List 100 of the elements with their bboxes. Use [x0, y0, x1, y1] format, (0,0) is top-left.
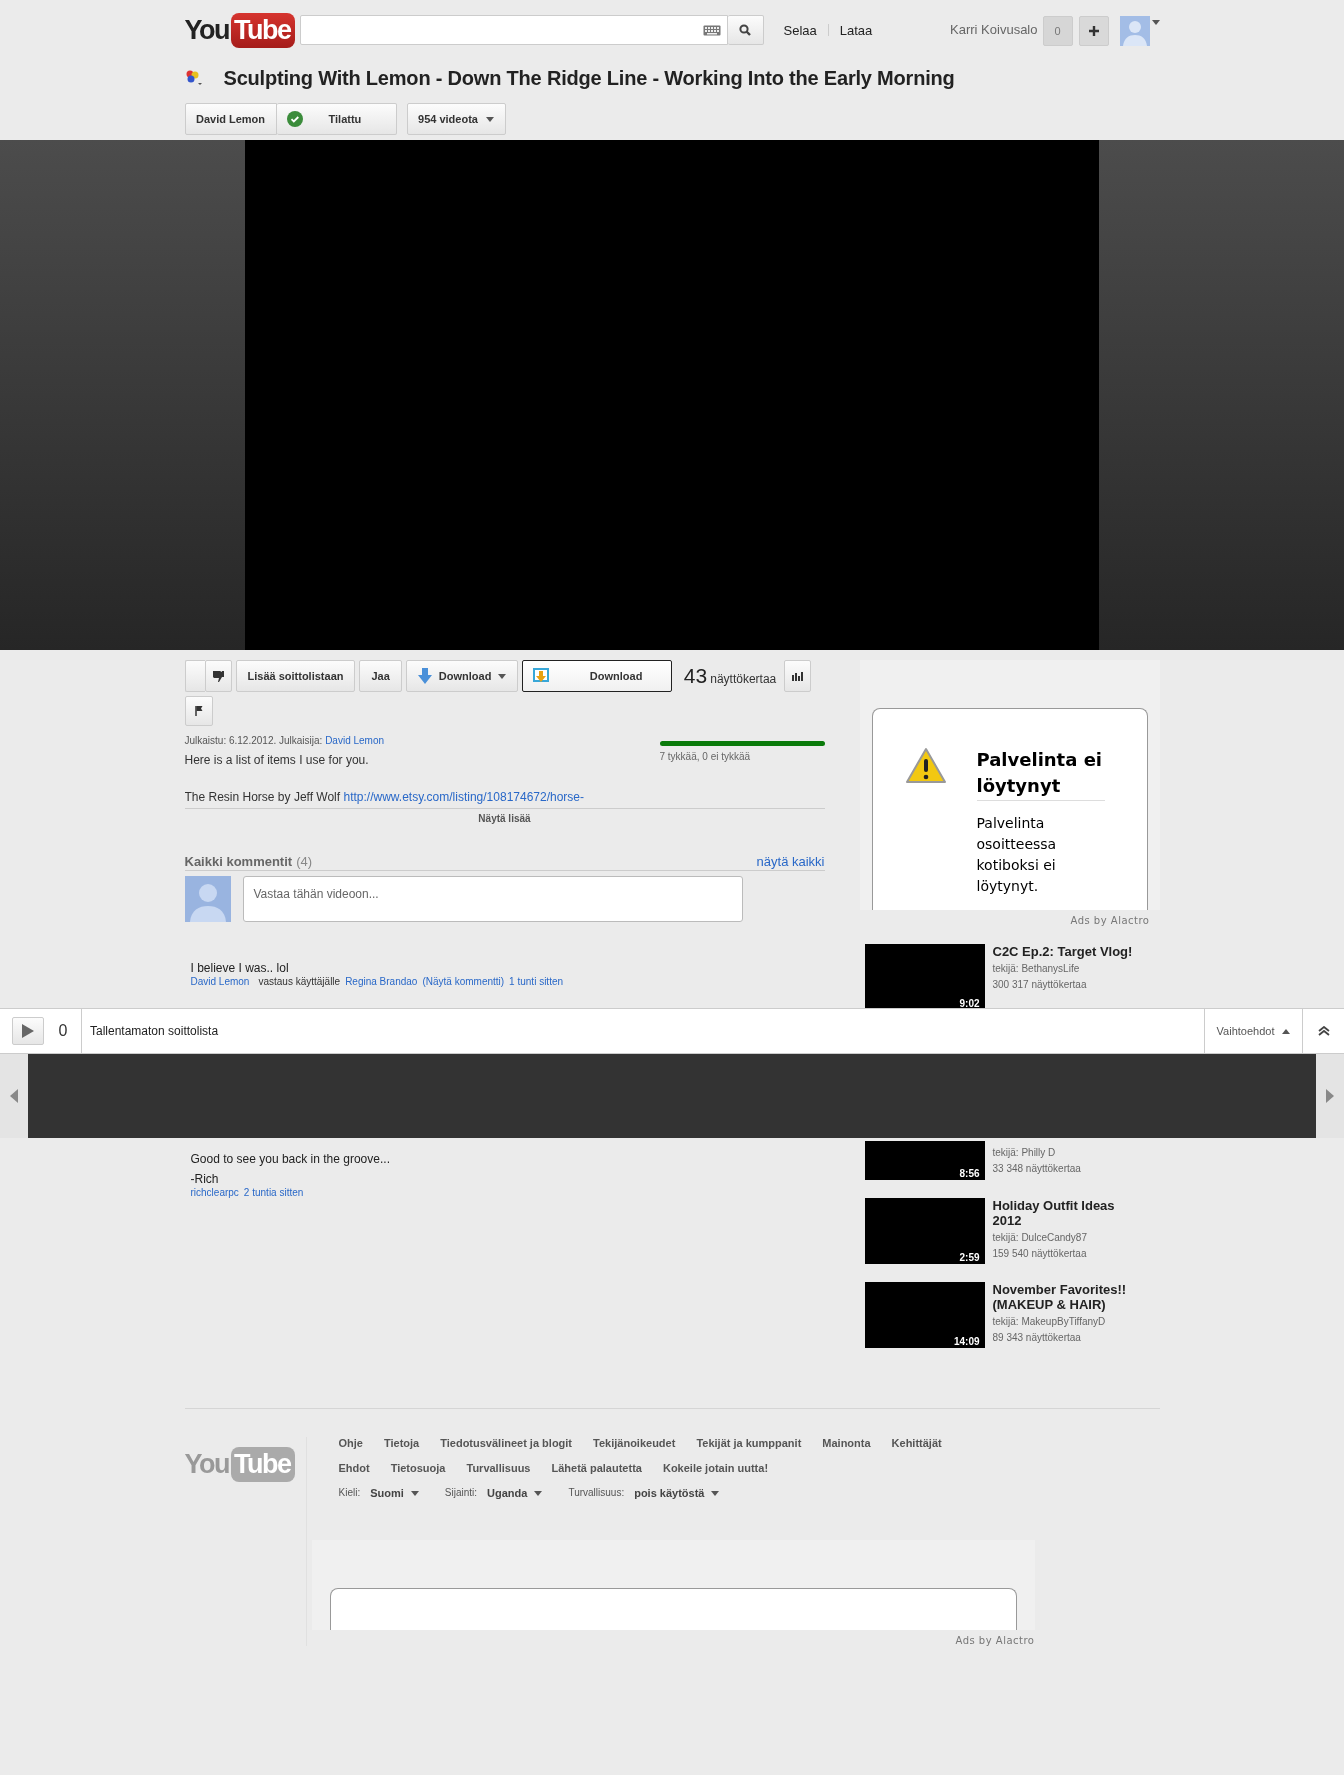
footer-link[interactable]: Ehdot: [338, 1462, 370, 1474]
comment-field[interactable]: Vastaa tähän videoon...: [242, 876, 743, 922]
search-field[interactable]: [299, 15, 728, 45]
caret-icon: [711, 1490, 720, 1496]
error-title: Palvelinta ei löytynyt: [976, 747, 1105, 801]
down-arrow-icon: [416, 668, 433, 684]
view-label: näyttökertaa: [710, 672, 777, 686]
footer-link[interactable]: Tietoja: [383, 1437, 420, 1449]
playlist-count: 0: [50, 1009, 82, 1053]
download-button[interactable]: Download: [521, 660, 672, 692]
description-link[interactable]: http://www.etsy.com/listing/108174672/horse-: [343, 790, 585, 804]
comments-heading: Kaikki kommentit: [184, 854, 293, 869]
show-all-link[interactable]: näytä kaikki: [756, 854, 825, 869]
duration-label: 8:56: [959, 1168, 980, 1179]
caret-icon: [534, 1490, 543, 1496]
footer-link[interactable]: Tekijänoikeudet: [593, 1437, 676, 1449]
nav-link[interactable]: Selaa: [783, 22, 817, 38]
caret-up-icon: [1282, 1028, 1291, 1034]
dislike-button[interactable]: [204, 660, 232, 692]
related-video[interactable]: 14:09 November Favorites!! (MAKEUP & HAIR) tekijä: MakeupByTiffanyD 89 343 näyttökertaa: [864, 1282, 1160, 1348]
avatar-icon: [184, 876, 231, 922]
publish-info: Julkaistu: 6.12.2012. Julkaisija: David Lemon: [184, 735, 386, 746]
reply-author-link[interactable]: Regina Brandao: [345, 976, 418, 987]
footer-link[interactable]: Kokeile jotain uutta!: [662, 1462, 769, 1474]
related-video[interactable]: 8:56 tekijä: Philly D 33 348 näyttökertaa: [864, 1141, 1160, 1180]
setting-dropdown[interactable]: Suomi: [370, 1487, 419, 1499]
footer-link[interactable]: Kehittäjät: [891, 1437, 942, 1449]
footer-link[interactable]: Turvallisuus: [466, 1462, 531, 1474]
flag-button[interactable]: [184, 696, 213, 726]
upload-button[interactable]: [1078, 16, 1109, 46]
play-button[interactable]: [12, 1017, 44, 1045]
download-icon: [532, 668, 549, 684]
plus-icon: [1088, 26, 1099, 36]
setting-label: Sijainti:: [444, 1487, 478, 1499]
uploader-link[interactable]: David Lemon: [325, 735, 385, 746]
view-count: 43: [683, 664, 708, 688]
footer-link[interactable]: Mainonta: [822, 1437, 871, 1449]
reply-text: vastaus käyttäjälle: [258, 976, 341, 987]
action-button[interactable]: Lisää soittolistaan: [235, 660, 356, 692]
footer-link[interactable]: Lähetä palautetta: [551, 1462, 642, 1474]
caret-icon: [1151, 20, 1160, 25]
comment-text: I believe I was.. lol: [190, 960, 290, 977]
footer-link[interactable]: Tekijät ja kumppanit: [696, 1437, 802, 1449]
comment-time[interactable]: 1 tunti sitten: [509, 976, 564, 987]
comment-time[interactable]: 2 tuntia sitten: [243, 1187, 304, 1198]
related-author: tekijä: DulceCandy87: [992, 1231, 1088, 1245]
nav-link[interactable]: Lataa: [839, 22, 873, 38]
channel-button[interactable]: David Lemon: [184, 103, 277, 135]
left-arrow-icon: [10, 1089, 18, 1103]
likes-count: 7 tykkää, 0 ei tykkää: [659, 751, 752, 762]
checkmark-icon: [286, 111, 303, 127]
related-author: tekijä: BethanysLife: [992, 962, 1081, 976]
play-icon: [22, 1024, 34, 1038]
footer-link[interactable]: Ohje: [338, 1437, 363, 1449]
videos-dropdown[interactable]: 954 videota: [406, 103, 506, 135]
search-button[interactable]: [727, 15, 764, 45]
footer-link[interactable]: Tiedotusvälineet ja blogit: [440, 1437, 573, 1449]
video-title: Sculpting With Lemon - Down The Ridge Line - Working Into the Early Morning: [223, 66, 955, 90]
related-views: 159 540 näyttökertaa: [992, 1247, 1088, 1261]
related-title: November Favorites!! (MAKEUP & HAIR): [992, 1282, 1128, 1312]
stats-button[interactable]: [784, 660, 812, 692]
related-author: tekijä: Philly D: [992, 1146, 1057, 1160]
action-button[interactable]: Jaa: [359, 660, 402, 692]
duration-label: 14:09: [953, 1336, 980, 1347]
view-comment-link[interactable]: (Näytä kommentti): [422, 976, 505, 987]
user-name[interactable]: Karri Koivusalo: [950, 22, 1038, 37]
duration-label: 2:59: [959, 1252, 980, 1263]
related-title: C2C Ep.2: Target Vlog!: [992, 944, 1134, 959]
warning-icon: [904, 747, 947, 785]
channel-dots-icon: [184, 70, 203, 86]
ads-credit: Ads by Alactro: [1069, 914, 1151, 926]
avatar-icon: [1119, 16, 1150, 46]
flag-icon: [194, 706, 203, 716]
related-video[interactable]: 2:59 Holiday Outfit Ideas 2012 tekijä: DulceCandy87 159 540 näyttökertaa: [864, 1198, 1160, 1264]
setting-dropdown[interactable]: pois käytöstä: [634, 1487, 720, 1499]
caret-icon: [485, 116, 494, 122]
subscribe-button[interactable]: Tilattu: [276, 103, 397, 135]
search-icon: [739, 24, 751, 36]
author-link[interactable]: richclearpc: [190, 1187, 239, 1198]
comment-text: -Rich: [190, 1171, 220, 1188]
related-views: 33 348 näyttökertaa: [992, 1162, 1082, 1176]
author-link[interactable]: David Lemon: [190, 976, 250, 987]
playlist-title: Tallentamaton soittolista: [90, 1024, 219, 1038]
right-arrow-icon: [1326, 1089, 1334, 1103]
related-video[interactable]: 9:02 C2C Ep.2: Target Vlog! tekijä: BethanysLife 300 317 näyttökertaa: [864, 944, 1160, 1010]
comments-count: (4): [296, 854, 313, 869]
comment-text: Good to see you back in the groove...: [190, 1151, 391, 1168]
show-more-button[interactable]: Näytä lisää: [184, 808, 825, 824]
download-dropdown[interactable]: Download: [405, 660, 518, 692]
related-title: Holiday Outfit Ideas 2012: [992, 1198, 1116, 1228]
setting-dropdown[interactable]: Uganda: [487, 1487, 543, 1499]
thumbs-down-icon: [212, 670, 224, 682]
notification-count[interactable]: 0: [1042, 16, 1073, 46]
related-views: 89 343 näyttökertaa: [992, 1331, 1082, 1345]
footer-link[interactable]: Tietosuoja: [390, 1462, 446, 1474]
caret-icon: [410, 1490, 419, 1496]
caret-icon: [497, 673, 506, 679]
duration-label: 9:02: [959, 998, 980, 1009]
setting-label: Kieli:: [338, 1487, 361, 1499]
description-text: Here is a list of items I use for you.: [184, 752, 370, 769]
